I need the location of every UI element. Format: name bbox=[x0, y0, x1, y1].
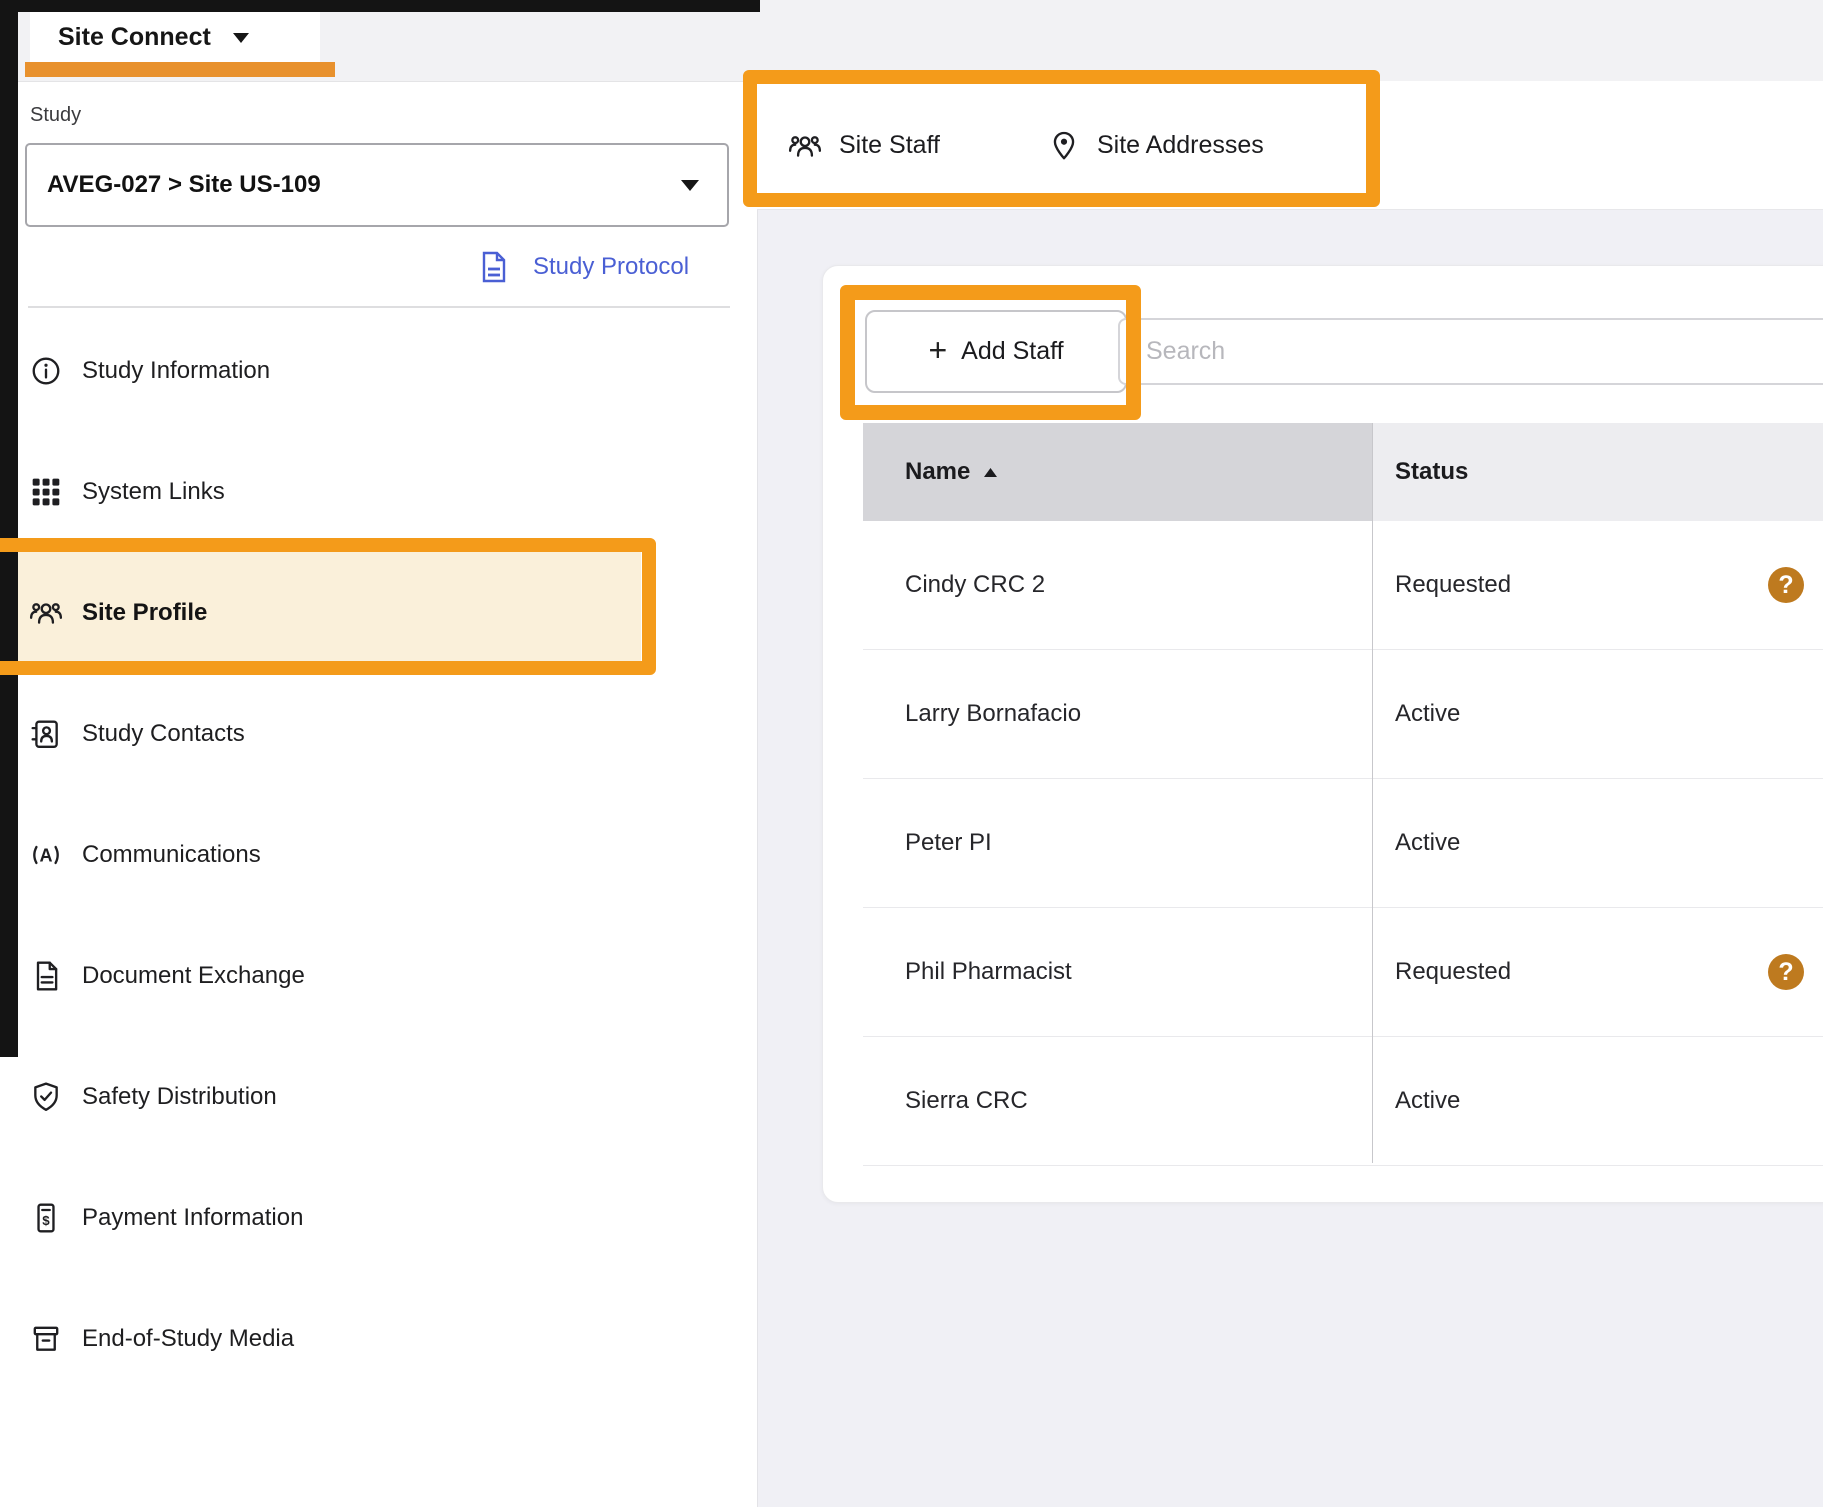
plus-icon: + bbox=[928, 334, 947, 366]
search-input[interactable] bbox=[1118, 318, 1823, 385]
document-icon bbox=[28, 958, 64, 994]
help-question-badge[interactable]: ? bbox=[1768, 954, 1804, 990]
tab-site-addresses-label: Site Addresses bbox=[1097, 131, 1264, 160]
cell-status: Requested bbox=[1372, 521, 1823, 649]
window-edge-left bbox=[0, 0, 18, 1057]
sidebar-item-label: System Links bbox=[82, 478, 225, 506]
svg-text:A: A bbox=[39, 845, 52, 865]
sidebar-item-label: Safety Distribution bbox=[82, 1083, 277, 1111]
table-row[interactable]: Sierra CRC Active bbox=[863, 1037, 1823, 1166]
table-row[interactable]: Cindy CRC 2 Requested ? bbox=[863, 521, 1823, 650]
window-edge-top bbox=[0, 0, 760, 12]
svg-text:$: $ bbox=[42, 1212, 50, 1227]
payment-icon: $ bbox=[28, 1200, 64, 1236]
column-name-label: Name bbox=[905, 458, 970, 486]
study-field-label: Study bbox=[30, 104, 81, 127]
study-selector-value: AVEG-027 > Site US-109 bbox=[47, 171, 679, 199]
add-staff-button[interactable]: + Add Staff bbox=[865, 310, 1127, 393]
column-header-name[interactable]: Name bbox=[863, 423, 1372, 521]
cell-status: Requested bbox=[1372, 908, 1823, 1036]
add-staff-label: Add Staff bbox=[961, 337, 1063, 366]
sidebar-item-site-profile[interactable]: Site Profile bbox=[0, 552, 641, 673]
info-icon bbox=[28, 353, 64, 389]
sidebar-item-safety-distribution[interactable]: Safety Distribution bbox=[0, 1036, 757, 1157]
tab-site-staff-label: Site Staff bbox=[839, 131, 940, 160]
study-selector-dropdown[interactable]: AVEG-027 > Site US-109 bbox=[25, 143, 729, 227]
tab-site-staff[interactable]: Site Staff bbox=[788, 81, 940, 210]
sidebar-item-label: Communications bbox=[82, 841, 261, 869]
table-row[interactable]: Phil Pharmacist Requested ? bbox=[863, 908, 1823, 1037]
sidebar-item-label: Payment Information bbox=[82, 1204, 303, 1232]
sidebar-item-system-links[interactable]: System Links bbox=[0, 431, 757, 552]
sort-ascending-icon bbox=[983, 467, 998, 478]
cell-name: Sierra CRC bbox=[863, 1037, 1372, 1165]
cell-name: Cindy CRC 2 bbox=[863, 521, 1372, 649]
column-status-label: Status bbox=[1395, 458, 1468, 486]
nav-tab-site-connect[interactable]: Site Connect bbox=[30, 12, 320, 62]
tab-site-addresses[interactable]: Site Addresses bbox=[1048, 81, 1264, 210]
sidebar-divider bbox=[28, 306, 730, 308]
column-divider bbox=[1372, 423, 1373, 1163]
cell-status: Active bbox=[1372, 779, 1823, 907]
document-icon bbox=[481, 251, 507, 283]
table-row[interactable]: Peter PI Active bbox=[863, 779, 1823, 908]
help-question-badge[interactable]: ? bbox=[1768, 567, 1804, 603]
shield-check-icon bbox=[28, 1079, 64, 1115]
cell-status: Active bbox=[1372, 1037, 1823, 1165]
sidebar-item-communications[interactable]: A Communications bbox=[0, 794, 757, 915]
table-body: Cindy CRC 2 Requested ? Larry Bornafacio… bbox=[863, 521, 1823, 1166]
broadcast-icon: A bbox=[28, 837, 64, 873]
people-group-icon bbox=[788, 130, 822, 162]
cell-status: Active bbox=[1372, 650, 1823, 778]
table-header: Name Status bbox=[863, 423, 1823, 521]
chevron-down-icon bbox=[231, 31, 251, 44]
people-group-icon bbox=[28, 595, 64, 631]
sidebar-item-label: Document Exchange bbox=[82, 962, 305, 990]
active-tab-underline bbox=[25, 62, 335, 77]
site-connect-app: Site Connect Study AVEG-027 > Site US-10… bbox=[0, 0, 1823, 1507]
location-pin-icon bbox=[1048, 130, 1080, 162]
sidebar-item-label: Site Profile bbox=[82, 599, 207, 627]
sidebar-menu: Study Information System Links Site Profil… bbox=[0, 310, 757, 1399]
sidebar-item-study-information[interactable]: Study Information bbox=[0, 310, 757, 431]
cell-name: Larry Bornafacio bbox=[863, 650, 1372, 778]
archive-icon bbox=[28, 1321, 64, 1357]
sidebar-item-study-contacts[interactable]: Study Contacts bbox=[0, 673, 757, 794]
grid-icon bbox=[28, 474, 64, 510]
contact-card-icon bbox=[28, 716, 64, 752]
sidebar-item-label: Study Information bbox=[82, 357, 270, 385]
column-header-status[interactable]: Status bbox=[1372, 423, 1823, 521]
sidebar-item-label: End-of-Study Media bbox=[82, 1325, 294, 1353]
sidebar-item-document-exchange[interactable]: Document Exchange bbox=[0, 915, 757, 1036]
table-row[interactable]: Larry Bornafacio Active bbox=[863, 650, 1823, 779]
nav-tab-label: Site Connect bbox=[58, 23, 211, 52]
sidebar-item-end-of-study-media[interactable]: End-of-Study Media bbox=[0, 1278, 757, 1399]
chevron-down-icon bbox=[679, 178, 701, 192]
study-protocol-label: Study Protocol bbox=[533, 253, 689, 281]
sidebar-item-label: Study Contacts bbox=[82, 720, 245, 748]
cell-name: Phil Pharmacist bbox=[863, 908, 1372, 1036]
study-protocol-link[interactable]: Study Protocol bbox=[481, 247, 689, 287]
sidebar-item-payment-information[interactable]: $ Payment Information bbox=[0, 1157, 757, 1278]
cell-name: Peter PI bbox=[863, 779, 1372, 907]
